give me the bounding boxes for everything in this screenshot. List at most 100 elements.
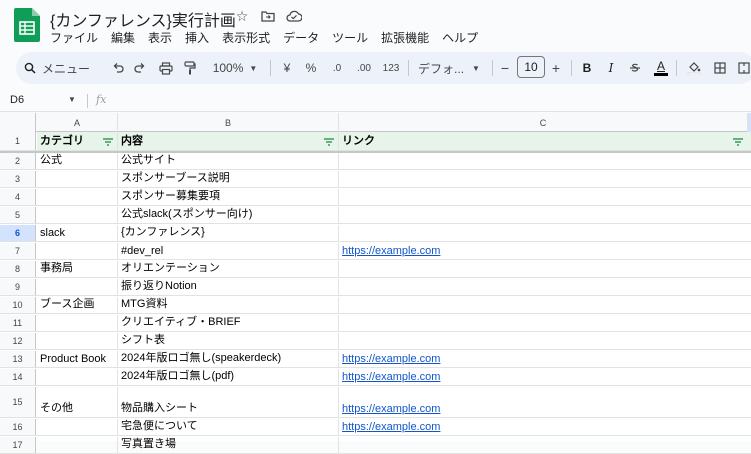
category-cell[interactable] <box>37 437 118 453</box>
category-cell[interactable]: 事務局 <box>37 261 118 277</box>
font-size-input[interactable]: 10 <box>517 56 545 78</box>
row-header[interactable]: 6 <box>0 225 36 241</box>
content-cell[interactable]: {カンファレンス} <box>118 225 339 241</box>
menu-help[interactable]: ヘルプ <box>442 29 478 46</box>
link-cell[interactable] <box>339 279 751 295</box>
sheets-logo-icon[interactable] <box>14 8 40 42</box>
content-cell[interactable]: 2024年版ロゴ無し(speakerdeck) <box>118 351 339 367</box>
menu-edit[interactable]: 編集 <box>111 29 135 46</box>
font-size-increase-button[interactable]: + <box>548 56 564 80</box>
category-cell[interactable] <box>37 189 118 205</box>
content-cell[interactable]: スポンサーブース説明 <box>118 171 339 187</box>
row-header[interactable]: 15 <box>0 387 36 417</box>
category-cell[interactable] <box>37 279 118 295</box>
row-header[interactable]: 10 <box>0 297 36 313</box>
content-cell[interactable]: 公式slack(スポンサー向け) <box>118 207 339 223</box>
filter-icon[interactable] <box>324 138 334 146</box>
link-cell[interactable] <box>339 315 751 331</box>
category-cell[interactable]: Product Book <box>37 351 118 367</box>
print-icon[interactable] <box>156 56 176 80</box>
link-cell[interactable]: https://example.com <box>339 243 751 259</box>
merge-cells-icon[interactable] <box>736 56 751 80</box>
content-cell[interactable]: スポンサー募集要項 <box>118 189 339 205</box>
link-text[interactable]: https://example.com <box>342 353 440 365</box>
link-cell[interactable] <box>339 297 751 313</box>
zoom-select[interactable]: 100% ▼ <box>210 56 260 80</box>
row-header[interactable]: 12 <box>0 333 36 349</box>
column-header-a[interactable]: A <box>37 113 118 132</box>
row-header[interactable]: 11 <box>0 315 36 331</box>
menu-data[interactable]: データ <box>283 29 319 46</box>
category-cell[interactable] <box>37 315 118 331</box>
currency-format-button[interactable]: ¥ <box>278 56 296 80</box>
row-header[interactable]: 1 <box>0 132 36 150</box>
category-cell[interactable]: その他 <box>37 387 118 417</box>
content-cell[interactable]: #dev_rel <box>118 243 339 259</box>
row-header[interactable]: 4 <box>0 189 36 205</box>
content-cell[interactable]: 2024年版ロゴ無し(pdf) <box>118 369 339 385</box>
category-cell[interactable] <box>37 419 118 435</box>
category-cell[interactable]: 公式 <box>37 153 118 169</box>
content-cell[interactable]: クリエイティブ・BRIEF <box>118 315 339 331</box>
content-cell[interactable]: 宅急便について <box>118 419 339 435</box>
paint-format-icon[interactable] <box>180 56 200 80</box>
font-size-decrease-button[interactable]: − <box>497 56 513 80</box>
link-text[interactable]: https://example.com <box>342 421 440 433</box>
column-header-c[interactable]: C <box>339 113 748 132</box>
font-select[interactable]: デフォ... ▼ <box>416 56 482 80</box>
content-cell[interactable]: 写真置き場 <box>118 437 339 453</box>
move-to-folder-icon[interactable] <box>259 7 277 25</box>
row-header[interactable]: 16 <box>0 419 36 435</box>
link-cell[interactable] <box>339 333 751 349</box>
link-cell[interactable]: https://example.com <box>339 387 751 417</box>
row-header[interactable]: 8 <box>0 261 36 277</box>
document-title[interactable]: {カンファレンス}実行計画 <box>50 7 236 31</box>
chevron-down-icon[interactable]: ▼ <box>68 95 76 104</box>
number-format-button[interactable]: 123 <box>380 56 402 80</box>
menu-view[interactable]: 表示 <box>148 29 172 46</box>
link-cell[interactable] <box>339 437 751 453</box>
link-cell[interactable] <box>339 225 751 241</box>
percent-format-button[interactable]: % <box>302 56 320 80</box>
content-cell[interactable]: 公式サイト <box>118 153 339 169</box>
menu-insert[interactable]: 挿入 <box>185 29 209 46</box>
borders-icon[interactable] <box>710 56 730 80</box>
select-all-corner[interactable] <box>0 113 36 132</box>
content-cell[interactable]: 物品購入シート <box>118 387 339 417</box>
link-cell[interactable]: https://example.com <box>339 369 751 385</box>
link-cell[interactable]: https://example.com <box>339 351 751 367</box>
category-cell[interactable] <box>37 369 118 385</box>
link-cell[interactable] <box>339 171 751 187</box>
link-cell[interactable] <box>339 189 751 205</box>
row-header[interactable]: 3 <box>0 171 36 187</box>
category-cell[interactable] <box>37 333 118 349</box>
filter-icon[interactable] <box>103 138 113 146</box>
redo-icon[interactable] <box>130 56 150 80</box>
undo-icon[interactable] <box>108 56 128 80</box>
category-cell[interactable]: slack <box>37 225 118 241</box>
category-cell[interactable] <box>37 243 118 259</box>
content-cell[interactable]: MTG資料 <box>118 297 339 313</box>
link-text[interactable]: https://example.com <box>342 245 440 257</box>
decrease-decimal-button[interactable]: .0 <box>326 56 348 80</box>
link-cell[interactable]: https://example.com <box>339 419 751 435</box>
menu-tools[interactable]: ツール <box>332 29 368 46</box>
category-cell[interactable]: ブース企画 <box>37 297 118 313</box>
row-header[interactable]: 5 <box>0 207 36 223</box>
menu-format[interactable]: 表示形式 <box>222 29 270 46</box>
content-cell[interactable]: オリエンテーション <box>118 261 339 277</box>
row-header[interactable]: 7 <box>0 243 36 259</box>
menu-search[interactable]: メニュー <box>24 56 102 80</box>
row-header[interactable]: 2 <box>0 153 36 169</box>
cloud-status-icon[interactable] <box>285 7 303 25</box>
row-header[interactable]: 9 <box>0 279 36 295</box>
header-cell-link[interactable]: リンク <box>339 132 751 150</box>
menu-file[interactable]: ファイル <box>50 29 98 46</box>
row-header[interactable]: 13 <box>0 351 36 367</box>
filter-icon[interactable] <box>733 138 743 146</box>
menu-extensions[interactable]: 拡張機能 <box>381 29 429 46</box>
link-text[interactable]: https://example.com <box>342 371 440 383</box>
content-cell[interactable]: 振り返りNotion <box>118 279 339 295</box>
link-cell[interactable] <box>339 207 751 223</box>
link-cell[interactable] <box>339 153 751 169</box>
